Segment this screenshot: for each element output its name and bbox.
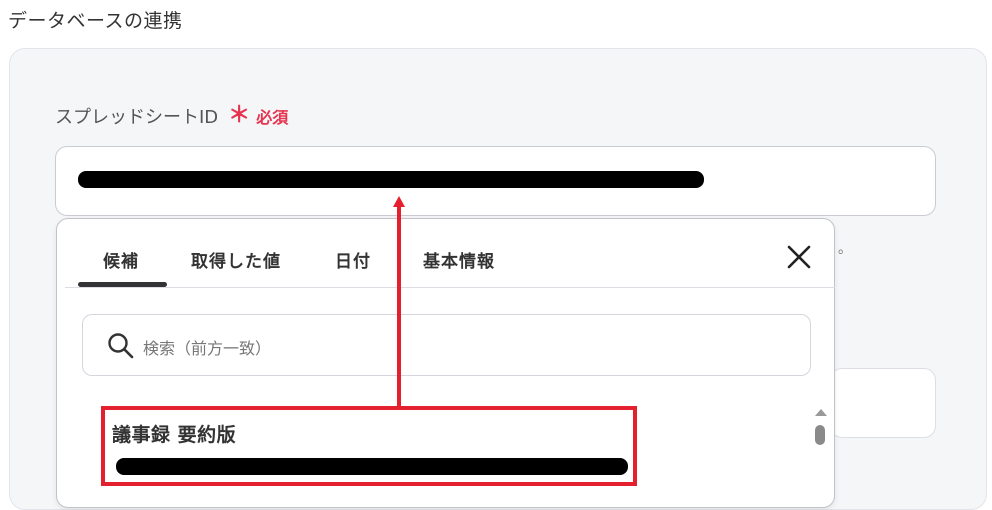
tab-basic-info[interactable]: 基本情報 — [423, 247, 495, 272]
required-badge: 必須 — [256, 108, 289, 127]
required-asterisk-icon: ＊ — [228, 103, 251, 128]
section-title: データベースの連携 — [8, 10, 183, 32]
tab-candidates[interactable]: 候補 — [103, 247, 139, 272]
search-input[interactable]: 検索（前方一致） — [82, 314, 811, 376]
field-label-text: スプレッドシートID — [55, 107, 219, 128]
spreadsheet-id-label: スプレッドシートID ＊ 必須 — [55, 103, 288, 129]
annotation-arrow-head-icon — [393, 196, 405, 207]
close-icon[interactable] — [785, 243, 813, 271]
tab-date[interactable]: 日付 — [335, 247, 371, 272]
tab-divider — [65, 287, 835, 288]
annotation-arrow — [397, 205, 401, 408]
annotation-highlight-box — [101, 406, 637, 486]
tab-acquired-values[interactable]: 取得した値 — [191, 247, 281, 272]
popup-tabs: 候補 取得した値 日付 基本情報 — [57, 219, 835, 289]
scroll-up-arrow-icon[interactable] — [815, 409, 827, 416]
hidden-field-input[interactable] — [830, 368, 936, 438]
search-placeholder: 検索（前方一致） — [143, 339, 272, 358]
hidden-helper-text: 。 — [838, 241, 852, 257]
scrollbar-thumb[interactable] — [815, 425, 825, 445]
search-icon — [107, 332, 135, 360]
redacted-value — [78, 171, 704, 188]
